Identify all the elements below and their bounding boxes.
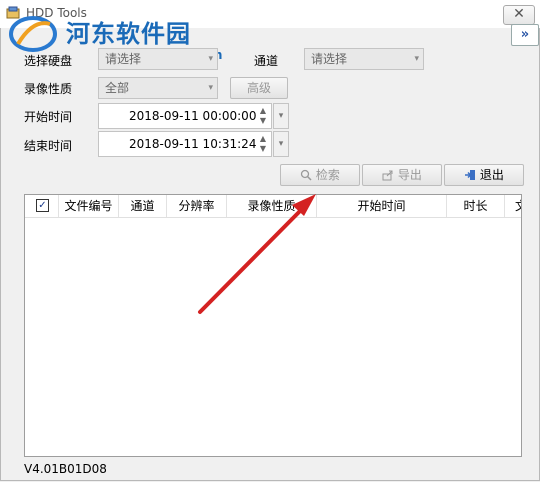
spin-icon[interactable]: ▲ ▼ [259,134,267,154]
chevron-down-icon: ▾ [208,54,213,64]
record-type-select-value: 全部 [105,81,130,95]
column-header[interactable]: 文 [505,195,521,217]
start-time-dropdown[interactable]: ▾ [273,103,289,129]
start-time-input[interactable]: 2018-09-11 00:00:00 ▲ ▼ [98,103,272,129]
title-bar: HDD Tools ✕ [0,0,540,28]
spin-icon[interactable]: ▲ ▼ [259,106,267,126]
column-header[interactable]: 时长 [447,195,505,217]
app-icon [6,6,20,19]
exit-button[interactable]: 退出 [444,164,524,186]
end-time-label: 结束时间 [24,139,73,153]
end-time-input[interactable]: 2018-09-11 10:31:24 ▲ ▼ [98,131,272,157]
chevron-down-icon: ▾ [278,111,284,121]
export-button[interactable]: 导出 [362,164,442,186]
end-time-value: 2018-09-11 10:31:24 [129,137,257,151]
start-time-label: 开始时间 [24,110,73,124]
advanced-button[interactable]: 高级 [230,77,288,99]
column-header[interactable]: 开始时间 [317,195,447,217]
channel-label: 通道 [254,54,279,68]
column-header[interactable]: 文件编号 [59,195,119,217]
search-button[interactable]: 检索 [280,164,360,186]
file-table[interactable]: ✓ 文件编号 通道 分辨率 录像性质 开始时间 时长 文 [24,194,522,457]
exit-icon [465,170,476,180]
search-icon [300,169,312,181]
chevron-down-icon: ▾ [414,54,419,64]
record-type-select[interactable]: 全部 ▾ [98,77,218,99]
select-all-header: ✓ [25,195,59,217]
column-header[interactable]: 录像性质 [227,195,317,217]
spin-down-icon[interactable]: ▼ [260,144,266,153]
version-label: V4.01B01D08 [24,462,107,476]
chevron-down-icon: ▾ [278,139,284,149]
export-icon [382,170,393,181]
disk-select[interactable]: 请选择 ▾ [98,48,218,70]
expand-button[interactable]: » [511,24,539,46]
record-type-label: 录像性质 [24,82,73,96]
close-button[interactable]: ✕ [503,5,535,25]
end-time-dropdown[interactable]: ▾ [273,131,289,157]
channel-select-value: 请选择 [311,52,348,66]
disk-select-value: 请选择 [105,52,142,66]
table-header: ✓ 文件编号 通道 分辨率 录像性质 开始时间 时长 文 [25,195,521,218]
spin-down-icon[interactable]: ▼ [260,116,266,125]
select-all-checkbox[interactable]: ✓ [36,199,49,212]
channel-select[interactable]: 请选择 ▾ [304,48,424,70]
exit-button-label: 退出 [479,168,504,182]
export-button-label: 导出 [397,168,422,182]
spin-up-icon[interactable]: ▲ [260,134,266,143]
spin-up-icon[interactable]: ▲ [260,106,266,115]
column-header[interactable]: 分辨率 [167,195,227,217]
chevron-down-icon: ▾ [208,83,213,93]
window-title: HDD Tools [26,6,87,20]
column-header[interactable]: 通道 [119,195,167,217]
start-time-value: 2018-09-11 00:00:00 [129,109,257,123]
search-button-label: 检索 [315,168,340,182]
disk-label: 选择硬盘 [24,54,73,68]
